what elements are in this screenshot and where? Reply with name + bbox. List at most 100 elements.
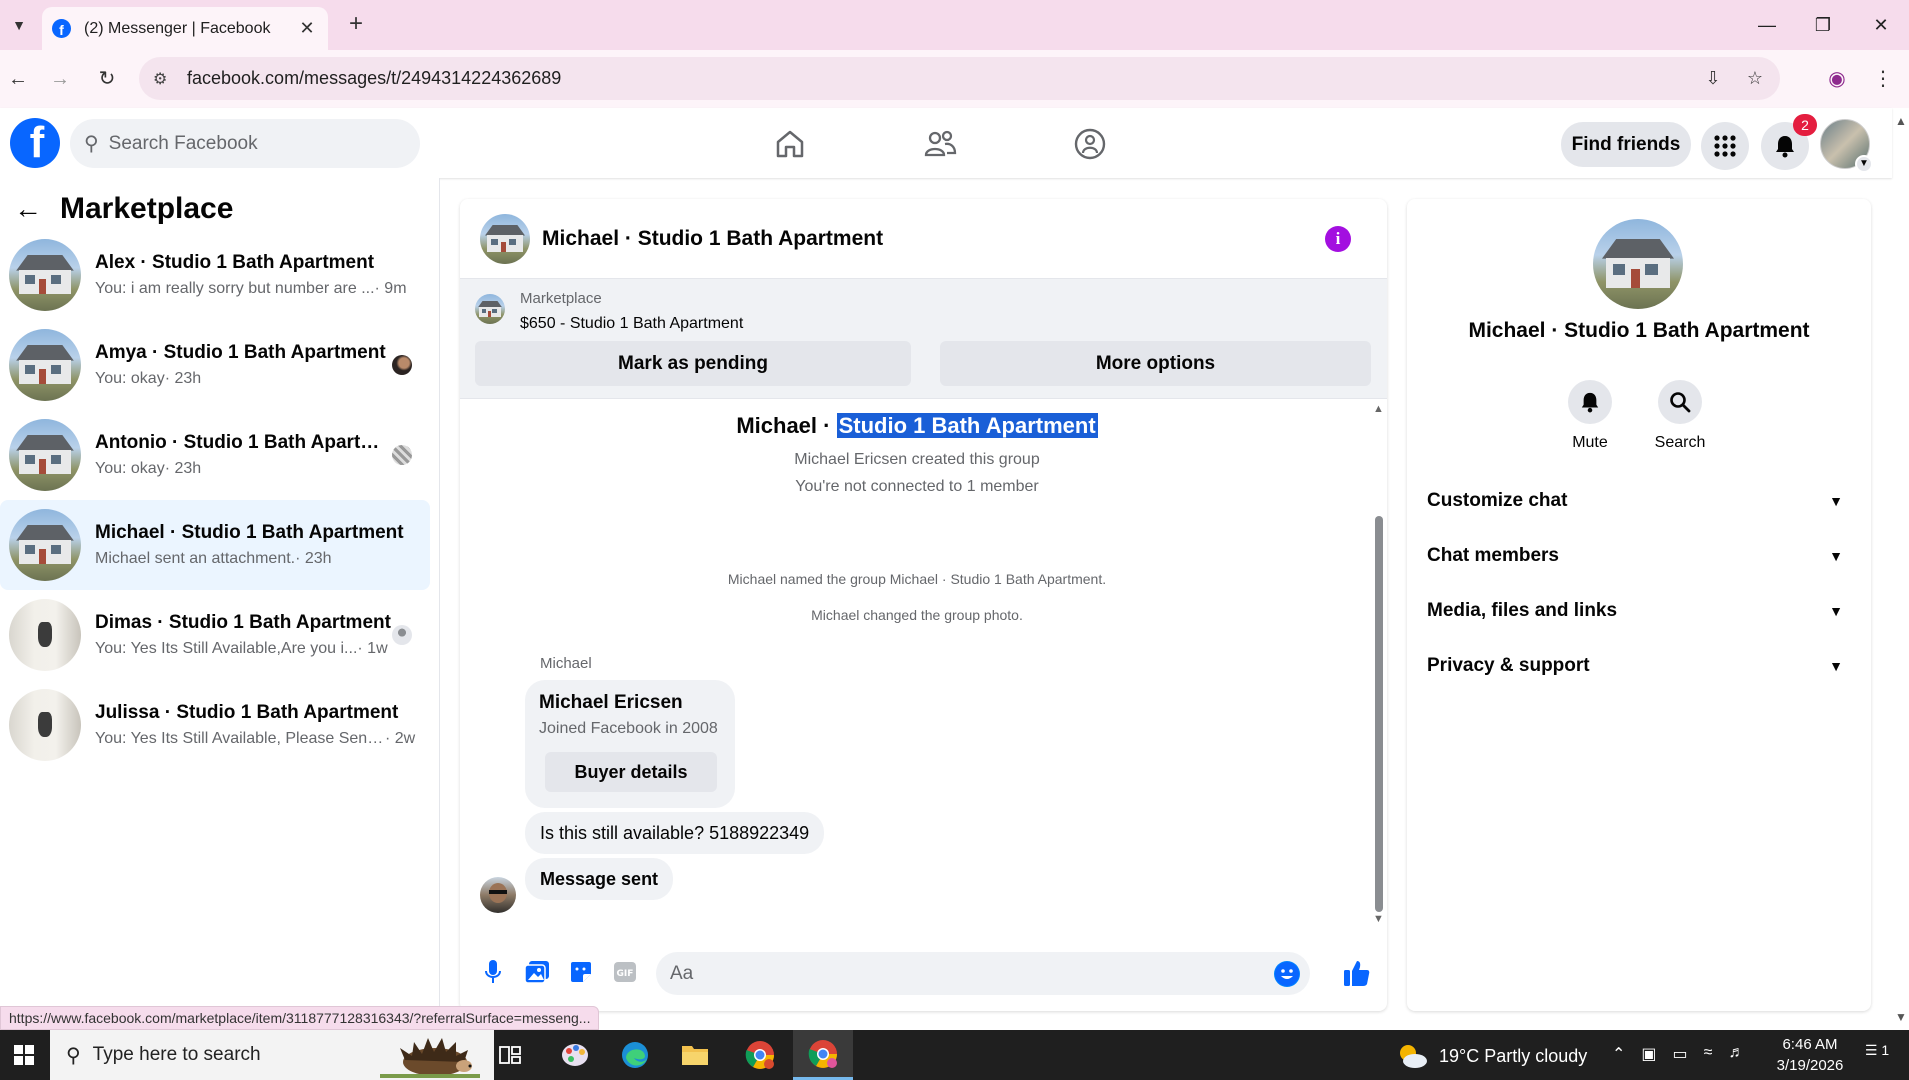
weather-widget[interactable]: 19°C Partly cloudy xyxy=(1395,1042,1587,1070)
conversation-item[interactable]: Antonio · Studio 1 Bath Apartme... You: o… xyxy=(0,410,430,500)
conversation-item[interactable]: Amya · Studio 1 Bath Apartment You: okay … xyxy=(0,320,430,410)
chat-panel: Michael · Studio 1 Bath Apartment i Mark… xyxy=(460,199,1387,1011)
bell-icon xyxy=(1581,392,1599,413)
conversation-item[interactable]: Julissa · Studio 1 Bath Apartment You: Ye… xyxy=(0,680,430,770)
weather-text: 19°C Partly cloudy xyxy=(1439,1045,1588,1066)
system-tray: ⌃ ▣ ▭ ≈ ♬ xyxy=(1612,1044,1744,1064)
sidebar-title: Marketplace xyxy=(60,192,234,225)
browser-menu-icon[interactable]: ⋮ xyxy=(1868,64,1898,94)
page-scroll-up-icon[interactable]: ▲ xyxy=(1893,114,1909,128)
paint-app-button[interactable] xyxy=(545,1030,605,1080)
browser-tabbar: ▼ f (2) Messenger | Facebook ✕ + — ❐ ✕ xyxy=(0,0,1909,50)
listing-thumbnail[interactable] xyxy=(475,294,505,324)
groups-nav-button[interactable] xyxy=(1068,122,1112,166)
scroll-up-icon[interactable]: ▲ xyxy=(1373,403,1384,415)
edge-app-button[interactable] xyxy=(605,1030,665,1080)
search-highlight-hedgehog-icon xyxy=(380,1038,480,1078)
tab-close-icon[interactable]: ✕ xyxy=(296,18,318,39)
start-button[interactable] xyxy=(0,1030,48,1080)
install-app-icon[interactable]: ⇩ xyxy=(1696,68,1730,89)
facebook-logo[interactable]: f xyxy=(10,118,60,168)
privacy-support-section[interactable]: Privacy & support ▼ xyxy=(1427,641,1851,691)
facebook-search[interactable]: ⚲ xyxy=(70,119,420,168)
buyer-details-button[interactable]: Buyer details xyxy=(545,752,717,792)
show-hidden-icons-icon[interactable]: ⌃ xyxy=(1612,1044,1625,1064)
message-bubble[interactable]: Message sent xyxy=(525,858,674,900)
message-input[interactable] xyxy=(670,962,1230,985)
scrollbar-thumb[interactable] xyxy=(1375,516,1383,912)
chevron-down-icon: ▼ xyxy=(1829,603,1843,619)
sender-avatar[interactable] xyxy=(480,877,516,913)
info-icon[interactable]: i xyxy=(1325,225,1351,252)
find-friends-button[interactable]: Find friends xyxy=(1561,122,1691,167)
attach-image-button[interactable] xyxy=(516,954,558,990)
conversation-thumbnail xyxy=(9,329,81,401)
forward-icon[interactable]: → xyxy=(45,64,75,94)
file-explorer-button[interactable] xyxy=(665,1030,725,1080)
notification-center-button[interactable]: ☰ 1 xyxy=(1862,1042,1892,1068)
new-tab-icon[interactable]: + xyxy=(343,10,369,38)
voice-clip-button[interactable] xyxy=(472,954,514,990)
chrome-app-button[interactable] xyxy=(730,1030,790,1080)
bookmark-star-icon[interactable]: ☆ xyxy=(1738,68,1772,89)
restore-icon[interactable]: ❐ xyxy=(1803,10,1843,40)
sticker-button[interactable] xyxy=(560,954,602,990)
window-close-icon[interactable]: ✕ xyxy=(1861,10,1901,40)
conversation-snippet: You: okay xyxy=(95,460,165,477)
group-avatar[interactable] xyxy=(1593,219,1683,309)
customize-chat-section[interactable]: Customize chat ▼ xyxy=(1427,476,1851,526)
tab-search-chevron-icon[interactable]: ▼ xyxy=(6,12,32,38)
conversation-item[interactable]: Alex · Studio 1 Bath Apartment You: i am … xyxy=(0,230,430,320)
battery-icon[interactable]: ▭ xyxy=(1673,1044,1688,1064)
chat-title[interactable]: Michael · Studio 1 Bath Apartment xyxy=(542,227,1325,251)
scroll-down-icon[interactable]: ▼ xyxy=(1373,913,1384,925)
back-icon[interactable]: ← xyxy=(3,64,33,94)
emoji-button[interactable] xyxy=(1274,961,1300,987)
chat-scrollbar[interactable]: ▲ ▼ xyxy=(1370,399,1387,932)
message-bubble[interactable]: Is this still available? 5188922349 xyxy=(525,812,825,854)
listing-title[interactable]: $650 - Studio 1 Bath Apartment xyxy=(520,315,743,333)
profile-icon[interactable]: ◉ xyxy=(1822,64,1852,94)
wifi-icon[interactable]: ≈ xyxy=(1704,1044,1713,1064)
chrome-profile-app-button[interactable] xyxy=(793,1030,853,1080)
conversation-item-active[interactable]: Michael · Studio 1 Bath Apartment Michael… xyxy=(0,500,430,590)
system-clock[interactable]: 6:46 AM 3/19/2026 xyxy=(1760,1034,1860,1076)
conversation-name: Amya · Studio 1 Bath Apartment xyxy=(95,342,386,363)
task-view-button[interactable] xyxy=(480,1030,540,1080)
notification-badge: 2 xyxy=(1793,114,1817,136)
menu-button[interactable] xyxy=(1701,122,1749,170)
account-chevron-icon[interactable]: ▼ xyxy=(1855,155,1873,173)
site-info-icon[interactable]: ⚙ xyxy=(153,69,175,89)
group-title-prefix: Michael · xyxy=(736,413,837,438)
meet-now-icon[interactable]: ▣ xyxy=(1641,1044,1656,1064)
seen-avatar xyxy=(392,355,412,375)
address-bar[interactable]: ⚙ facebook.com/messages/t/24943142243626… xyxy=(139,57,1780,100)
message-input-wrapper[interactable] xyxy=(656,952,1310,995)
chat-avatar[interactable] xyxy=(480,213,530,264)
section-label: Privacy & support xyxy=(1427,655,1590,676)
facebook-search-input[interactable] xyxy=(108,132,389,155)
gif-button[interactable]: GIF xyxy=(604,954,646,990)
home-nav-button[interactable] xyxy=(768,122,812,166)
conversation-snippet: You: Yes Its Still Available,Are you i..… xyxy=(95,640,358,657)
search-in-chat-button[interactable]: Search xyxy=(1640,380,1720,452)
friends-nav-button[interactable] xyxy=(918,122,962,166)
volume-icon[interactable]: ♬ xyxy=(1728,1044,1744,1064)
more-options-button[interactable]: More options xyxy=(940,341,1371,386)
mute-button[interactable]: Mute xyxy=(1550,380,1630,452)
taskbar-search[interactable]: ⚲ Type here to search xyxy=(50,1030,494,1080)
page-scroll-down-icon[interactable]: ▼ xyxy=(1893,1010,1909,1024)
conversation-snippet: You: okay xyxy=(95,370,165,387)
chat-members-section[interactable]: Chat members ▼ xyxy=(1427,531,1851,581)
minimize-icon[interactable]: — xyxy=(1747,10,1787,40)
home-icon xyxy=(776,130,804,158)
mark-as-pending-button[interactable]: Mark as pending xyxy=(475,341,911,386)
conversation-item[interactable]: Dimas · Studio 1 Bath Apartment You: Yes … xyxy=(0,590,430,680)
browser-tab-messenger[interactable]: f (2) Messenger | Facebook ✕ xyxy=(42,7,328,50)
reload-icon[interactable]: ↻ xyxy=(92,64,122,94)
like-button[interactable] xyxy=(1342,958,1376,990)
back-arrow-icon[interactable]: ← xyxy=(14,193,42,225)
media-files-links-section[interactable]: Media, files and links ▼ xyxy=(1427,586,1851,636)
bell-icon xyxy=(1776,136,1794,158)
conversation-snippet: You: i am really sorry but number are ..… xyxy=(95,280,375,297)
